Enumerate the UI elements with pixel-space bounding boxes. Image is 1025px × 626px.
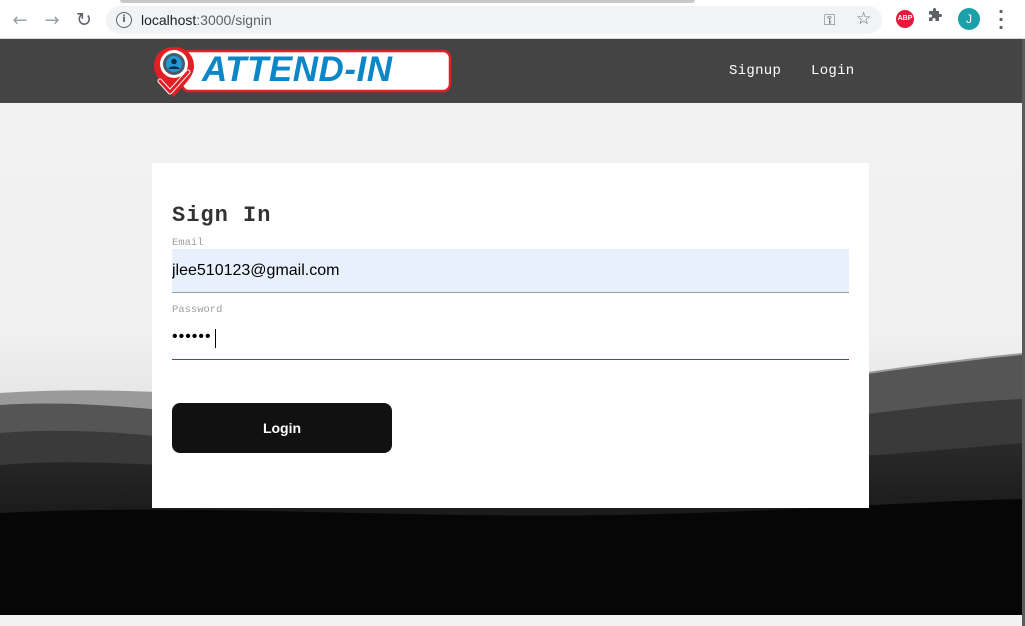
extensions-puzzle-icon[interactable] [927,8,943,29]
site-info-icon[interactable]: i [116,12,132,28]
adblock-extension-icon[interactable]: ABP [896,10,914,28]
page-bottom-strip [0,615,1025,626]
password-mask: •••••• [172,328,212,345]
site-navbar: ATTEND-IN Signup Login [0,39,1022,103]
email-field[interactable] [172,249,849,293]
text-caret [215,329,216,348]
signin-title: Sign In [172,203,272,228]
arrow-right-icon: → [44,9,60,31]
attend-in-logo[interactable]: ATTEND-IN [152,45,452,98]
password-field[interactable]: •••••• [172,316,849,360]
browser-menu-icon[interactable]: · · · [994,4,1008,36]
profile-avatar[interactable]: J [958,8,980,30]
logo-text: ATTEND-IN [202,50,393,89]
password-label: Password [172,304,223,316]
reload-icon: ↻ [76,9,92,31]
bookmark-star-icon[interactable]: ☆ [856,9,871,29]
password-key-icon[interactable]: ⚿ [824,11,835,29]
reload-button[interactable]: ↻ [72,8,96,32]
nav-signup-link[interactable]: Signup [729,63,781,79]
email-label: Email [172,237,204,249]
tab-strip-edge [120,0,695,3]
login-button[interactable]: Login [172,403,392,453]
url-text: localhost:3000/signin [141,12,272,28]
back-button[interactable]: ← [8,8,32,32]
arrow-left-icon: ← [12,9,28,31]
nav-login-link[interactable]: Login [811,63,855,79]
url-host: localhost [141,12,197,28]
address-bar[interactable]: i localhost:3000/signin ⚿ ☆ [106,6,882,34]
forward-button[interactable]: → [40,8,64,32]
browser-toolbar: ← → ↻ i localhost:3000/signin ⚿ ☆ ABP J … [0,0,1025,39]
url-path: :3000/signin [196,12,272,28]
signin-card: Sign In Email Password •••••• Login [152,163,869,508]
